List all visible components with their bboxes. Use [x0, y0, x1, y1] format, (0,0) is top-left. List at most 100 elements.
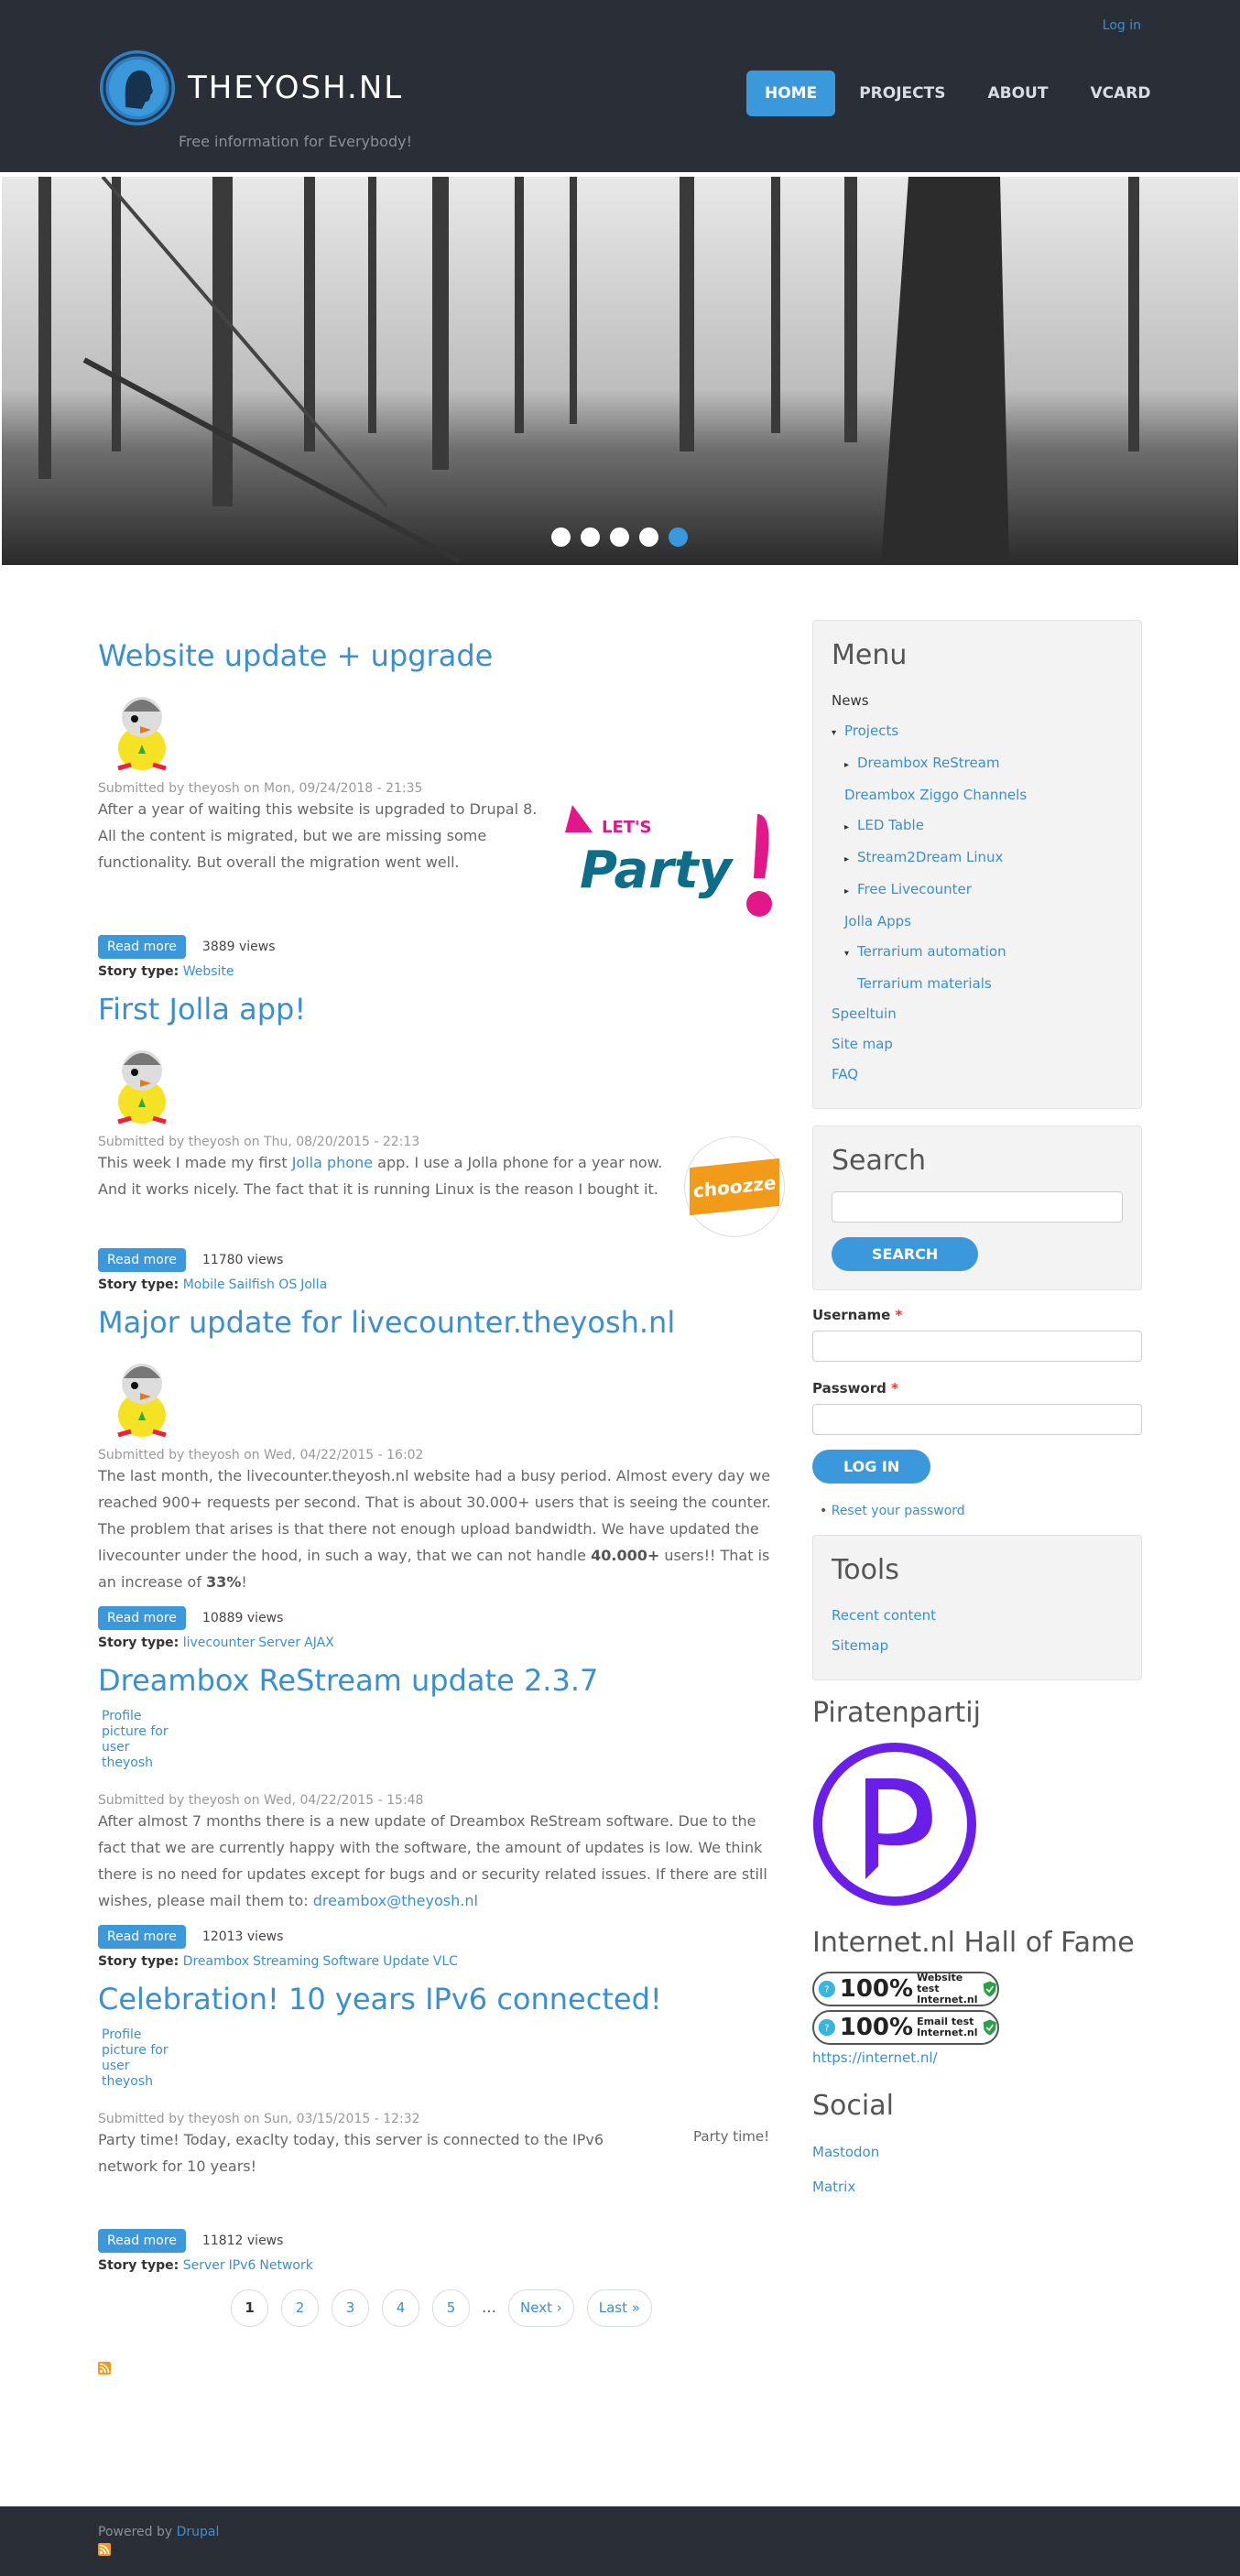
menu-item[interactable]: ▸ LED Table	[832, 810, 1123, 842]
user-avatar-broken[interactable]: Profile picture for user theyosh	[102, 2027, 184, 2108]
menu-item[interactable]: Jolla Apps	[832, 907, 1123, 937]
nav-vcard[interactable]: VCARD	[1071, 71, 1169, 116]
read-more-button[interactable]: Read more	[98, 1606, 186, 1630]
menu-item[interactable]: ▸ Free Livecounter	[832, 875, 1123, 907]
pager-page-3[interactable]: 3	[332, 2289, 370, 2327]
login-link[interactable]: Log in	[1103, 18, 1141, 33]
email-test-badge[interactable]: ? 100% Email test Internet.nl	[812, 2010, 999, 2045]
slider-dots	[551, 527, 698, 547]
tag-link[interactable]: Server	[183, 2258, 225, 2273]
pager-page-1[interactable]: 1	[231, 2289, 269, 2327]
username-field[interactable]	[812, 1331, 1142, 1362]
party-thumbnail[interactable]: LET'S Party	[565, 796, 785, 924]
user-avatar-icon[interactable]	[105, 1038, 179, 1127]
pager-last[interactable]: Last »	[586, 2289, 652, 2327]
menu-item[interactable]: ▾ Projects	[832, 716, 1123, 748]
tag-link[interactable]: Network	[259, 2258, 312, 2273]
article-title[interactable]: Website update + upgrade	[98, 638, 785, 673]
caret-right-icon[interactable]: ▸	[844, 876, 857, 907]
nav-projects[interactable]: PROJECTS	[841, 71, 963, 116]
piratenpartij-logo-icon[interactable]	[812, 1742, 977, 1907]
password-field[interactable]	[812, 1404, 1142, 1435]
menu-item[interactable]: Dreambox Ziggo Channels	[832, 780, 1123, 810]
menu-item[interactable]: Site map	[832, 1029, 1123, 1060]
user-avatar-broken[interactable]: Profile picture for user theyosh	[102, 1709, 184, 1789]
tag-link[interactable]: Mobile	[183, 1277, 225, 1292]
menu-item[interactable]: ▾ Terrarium automation	[832, 937, 1123, 969]
rss-feed-icon[interactable]	[98, 2543, 111, 2556]
site-name[interactable]: THEYOSH.NL	[188, 70, 403, 106]
tag-link[interactable]: VLC	[433, 1954, 458, 1969]
sitemap-link[interactable]: Sitemap	[832, 1631, 1123, 1661]
read-more-button[interactable]: Read more	[98, 1248, 186, 1272]
jolla-phone-link[interactable]: Jolla phone	[292, 1154, 373, 1171]
caret-right-icon[interactable]: ▸	[844, 812, 857, 842]
menu-item[interactable]: ▸ Stream2Dream Linux	[832, 842, 1123, 875]
read-more-button[interactable]: Read more	[98, 935, 186, 959]
read-more-button[interactable]: Read more	[98, 1925, 186, 1949]
slider-dot[interactable]	[639, 527, 658, 547]
nav-about[interactable]: ABOUT	[969, 71, 1066, 116]
site-header: Log in THEYOSH.NL Free information for E…	[0, 0, 1240, 172]
tag-link[interactable]: Server	[258, 1636, 300, 1650]
tag-link[interactable]: Website	[183, 964, 234, 979]
site-logo-icon[interactable]	[98, 49, 177, 127]
article: Celebration! 10 years IPv6 connected! Pr…	[98, 1982, 785, 2273]
slider-dot[interactable]	[581, 527, 600, 547]
login-button[interactable]: LOG IN	[812, 1450, 931, 1484]
article-title[interactable]: Celebration! 10 years IPv6 connected!	[98, 1982, 785, 2016]
tag-link[interactable]: Jolla	[300, 1277, 327, 1292]
drupal-link[interactable]: Drupal	[177, 2525, 220, 2539]
menu-item[interactable]: ▸ Dreambox ReStream	[832, 748, 1123, 780]
tag-link[interactable]: Streaming	[253, 1954, 319, 1969]
user-avatar-icon[interactable]	[105, 684, 179, 774]
menu-item[interactable]: Speeltuin	[832, 999, 1123, 1029]
piratenpartij-title: Piratenpartij	[812, 1697, 981, 1729]
site-footer: Powered by Drupal	[0, 2506, 1240, 2576]
tag-link[interactable]: Software	[322, 1954, 379, 1969]
slider-dot[interactable]	[610, 527, 629, 547]
menu-item[interactable]: Terrarium materials	[832, 969, 1123, 999]
search-button[interactable]: SEARCH	[832, 1237, 979, 1271]
caret-down-icon[interactable]: ▾	[832, 718, 844, 748]
article-title[interactable]: Dreambox ReStream update 2.3.7	[98, 1663, 785, 1698]
reset-password-link[interactable]: Reset your password	[832, 1504, 965, 1518]
internet-nl-link[interactable]: https://internet.nl/	[812, 2049, 938, 2066]
svg-text:?: ?	[824, 2024, 829, 2034]
party-time-image-alt[interactable]: Party time!	[693, 2126, 785, 2218]
pager: 1 2 3 4 5 … Next › Last »	[98, 2289, 785, 2327]
slider-dot-active[interactable]	[669, 527, 688, 547]
email-link[interactable]: dreambox@theyosh.nl	[313, 1892, 478, 1909]
user-avatar-icon[interactable]	[105, 1351, 179, 1440]
tag-link[interactable]: livecounter	[183, 1636, 256, 1650]
website-test-badge[interactable]: ? 100% Website test Internet.nl	[812, 1972, 999, 2006]
read-more-button[interactable]: Read more	[98, 2229, 186, 2253]
svg-text:?: ?	[824, 1985, 829, 1995]
search-input[interactable]	[832, 1191, 1123, 1223]
caret-right-icon[interactable]: ▸	[844, 750, 857, 780]
mastodon-link[interactable]: Mastodon	[812, 2135, 1142, 2169]
menu-item[interactable]: FAQ	[832, 1060, 1123, 1090]
caret-right-icon[interactable]: ▸	[844, 844, 857, 875]
pager-next[interactable]: Next ›	[508, 2289, 574, 2327]
tag-link[interactable]: IPv6	[229, 2258, 256, 2273]
recent-content-link[interactable]: Recent content	[832, 1601, 1123, 1631]
pager-page-5[interactable]: 5	[432, 2289, 471, 2327]
tag-link[interactable]: Dreambox	[183, 1954, 249, 1969]
pager-page-2[interactable]: 2	[281, 2289, 320, 2327]
slider-dot[interactable]	[551, 527, 571, 547]
tag-link[interactable]: Sailfish OS	[229, 1277, 298, 1292]
svg-text:Party: Party	[580, 841, 734, 900]
menu-item[interactable]: News	[832, 686, 1123, 716]
matrix-link[interactable]: Matrix	[812, 2169, 1142, 2204]
tools-title: Tools	[832, 1554, 899, 1586]
article-title[interactable]: Major update for livecounter.theyosh.nl	[98, 1305, 785, 1340]
caret-down-icon[interactable]: ▾	[844, 939, 857, 969]
nav-home[interactable]: HOME	[746, 71, 836, 116]
tag-link[interactable]: Update	[383, 1954, 430, 1969]
article-title[interactable]: First Jolla app!	[98, 992, 785, 1027]
choozze-thumbnail[interactable]: choozze	[684, 1136, 785, 1237]
tag-link[interactable]: AJAX	[304, 1636, 334, 1650]
rss-feed-icon[interactable]	[98, 2362, 111, 2375]
pager-page-4[interactable]: 4	[382, 2289, 420, 2327]
